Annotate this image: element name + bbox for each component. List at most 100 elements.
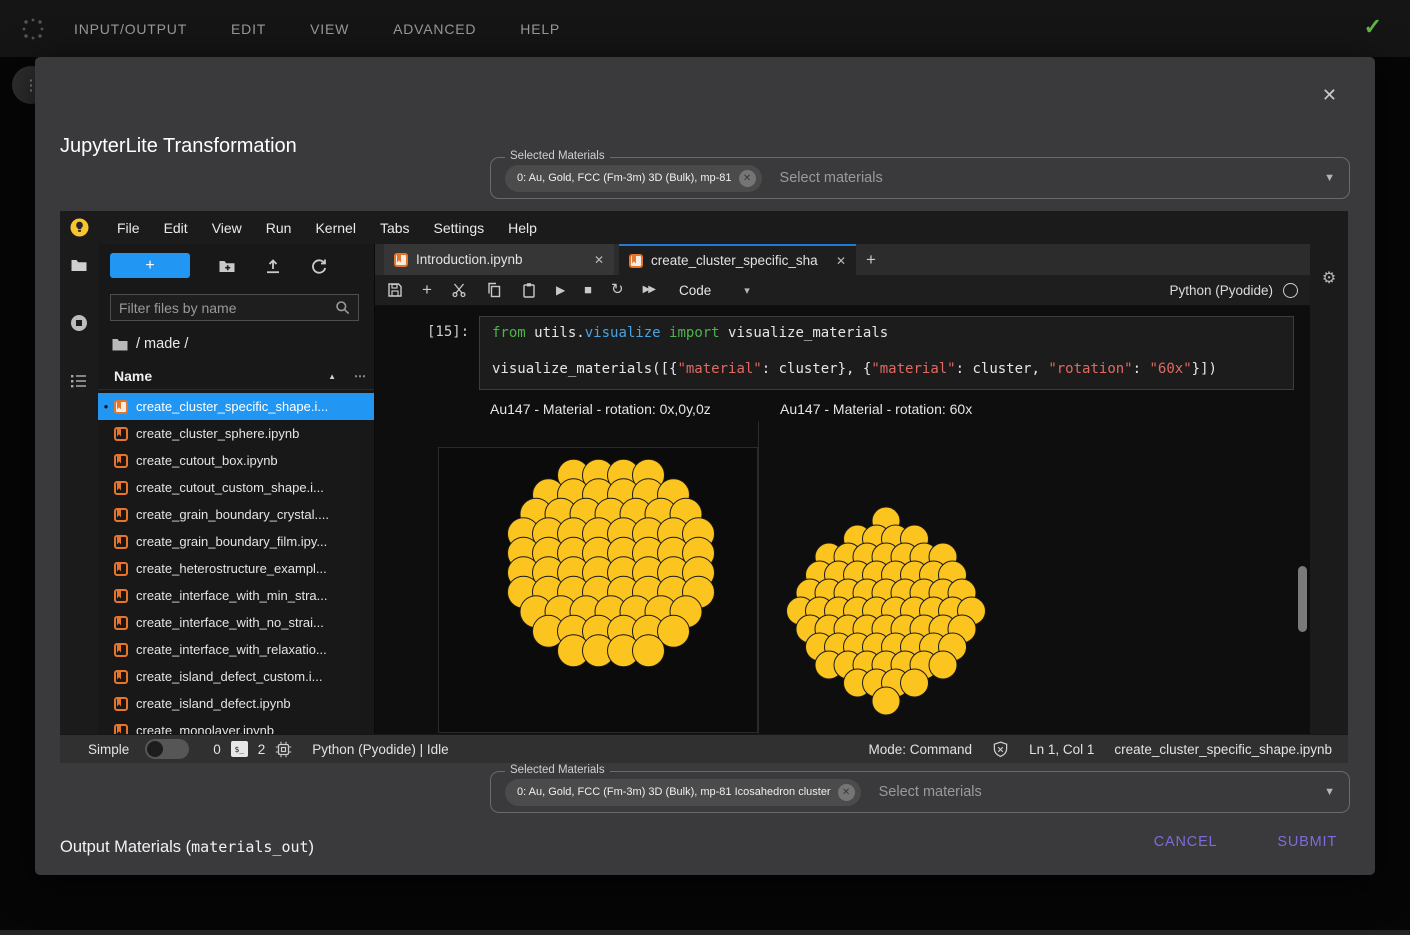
topbar-menu: INPUT/OUTPUT EDIT VIEW ADVANCED HELP <box>74 21 560 37</box>
file-item[interactable]: create_cutout_box.ipynb <box>98 447 374 474</box>
restart-run-all-icon[interactable]: ▶▶ <box>643 282 654 298</box>
new-folder-icon[interactable] <box>218 257 236 275</box>
output-field-placeholder[interactable]: Select materials <box>879 784 982 800</box>
status-bar: Simple 0 $_ 2 Python (Pyodide) | Idle Mo… <box>60 734 1348 763</box>
dialog-close-icon[interactable]: ✕ <box>1322 85 1337 106</box>
kernel-indicator[interactable]: Python (Pyodide) <box>1169 283 1298 298</box>
toggle-knob <box>147 741 163 757</box>
file-item[interactable]: create_island_defect_custom.i... <box>98 663 374 690</box>
cursor-position[interactable]: Ln 1, Col 1 <box>1029 742 1094 757</box>
dialog-actions: CANCEL SUBMIT <box>1148 833 1343 851</box>
file-name: create_interface_with_min_stra... <box>136 588 327 603</box>
code-cell[interactable]: from utils.visualize import visualize_ma… <box>479 316 1294 390</box>
chevron-down-icon[interactable]: ▼ <box>1324 172 1335 184</box>
upload-icon[interactable] <box>264 257 282 275</box>
code-token: visualize_materials([{ <box>492 361 677 377</box>
jupyter-menu-item-file[interactable]: File <box>105 220 152 236</box>
tab-introduction[interactable]: Introduction.ipynb ✕ <box>384 244 614 275</box>
file-item[interactable]: create_heterostructure_exampl... <box>98 555 374 582</box>
table-of-contents-icon[interactable] <box>70 372 88 390</box>
notebook-scrollbar-thumb[interactable] <box>1298 566 1307 632</box>
file-item[interactable]: create_island_defect.ipynb <box>98 690 374 717</box>
name-column-header[interactable]: Name <box>114 368 152 384</box>
copy-icon[interactable] <box>486 282 502 298</box>
gold-cluster-right[interactable] <box>716 431 1056 731</box>
file-item[interactable]: create_monolayer.ipynb <box>98 717 374 734</box>
trust-shield-icon[interactable] <box>992 741 1009 758</box>
mode-indicator[interactable]: Mode: Command <box>869 742 973 757</box>
breadcrumb[interactable]: / made / <box>112 336 188 352</box>
file-item[interactable]: create_cluster_sphere.ipynb <box>98 420 374 447</box>
cancel-button[interactable]: CANCEL <box>1148 833 1224 851</box>
run-icon[interactable]: ▶ <box>556 282 565 298</box>
running-kernels-icon[interactable] <box>70 314 88 332</box>
output-field-legend: Selected Materials <box>505 764 610 776</box>
refresh-icon[interactable] <box>310 257 328 275</box>
jupyter-menu-item-edit[interactable]: Edit <box>152 220 200 236</box>
output-materials-field[interactable]: Selected Materials 0: Au, Gold, FCC (Fm-… <box>490 771 1350 813</box>
jupyter-menu-item-tabs[interactable]: Tabs <box>368 220 422 236</box>
terminal-count[interactable]: 0 <box>213 742 221 757</box>
column-menu-icon[interactable]: ⋯ <box>354 369 366 383</box>
topbar-menu-item-input-output[interactable]: INPUT/OUTPUT <box>74 21 187 37</box>
chip-remove-icon[interactable]: ✕ <box>838 784 855 801</box>
jupyter-menu-item-run[interactable]: Run <box>254 220 304 236</box>
topbar-menu-item-help[interactable]: HELP <box>520 21 560 37</box>
statusbar-filename[interactable]: create_cluster_specific_shape.ipynb <box>1114 742 1332 757</box>
topbar-menu-item-advanced[interactable]: ADVANCED <box>393 21 476 37</box>
kernel-count[interactable]: 2 <box>258 742 266 757</box>
file-list-header[interactable]: Name ▲ ⋯ <box>98 363 374 390</box>
file-item[interactable]: create_cutout_custom_shape.i... <box>98 474 374 501</box>
jupyter-menu-item-help[interactable]: Help <box>496 220 549 236</box>
tab-label: create_cluster_specific_sha <box>651 253 818 268</box>
sort-ascending-icon[interactable]: ▲ <box>328 372 336 381</box>
chevron-down-icon[interactable]: ▾ <box>744 284 750 297</box>
input-field-placeholder[interactable]: Select materials <box>780 170 883 186</box>
tab-create-cluster-specific-shape[interactable]: create_cluster_specific_sha ✕ <box>619 244 856 275</box>
input-materials-field[interactable]: Selected Materials 0: Au, Gold, FCC (Fm-… <box>490 157 1350 199</box>
file-item[interactable]: create_interface_with_relaxatio... <box>98 636 374 663</box>
paste-icon[interactable] <box>521 282 537 298</box>
file-item[interactable]: create_grain_boundary_crystal.... <box>98 501 374 528</box>
chevron-down-icon[interactable]: ▼ <box>1324 786 1335 798</box>
notebook-file-icon <box>114 616 128 630</box>
file-name: create_island_defect_custom.i... <box>136 669 322 684</box>
gold-cluster-left[interactable] <box>438 447 758 733</box>
save-icon[interactable] <box>387 282 403 298</box>
gear-icon[interactable]: ⚙ <box>1322 268 1336 288</box>
new-launcher-button[interactable]: + <box>110 253 190 278</box>
restart-kernel-icon[interactable]: ↻ <box>611 282 624 298</box>
file-item[interactable]: create_grain_boundary_film.ipy... <box>98 528 374 555</box>
file-item[interactable]: create_interface_with_no_strai... <box>98 609 374 636</box>
app-logo-icon <box>20 16 46 42</box>
kernel-status-icon[interactable] <box>1283 283 1298 298</box>
input-material-chip[interactable]: 0: Au, Gold, FCC (Fm-3m) 3D (Bulk), mp-8… <box>505 165 762 192</box>
tab-bar: Introduction.ipynb ✕ create_cluster_spec… <box>375 244 1310 275</box>
tab-label: Introduction.ipynb <box>416 252 523 267</box>
screen: INPUT/OUTPUTEDITVIEWADVANCEDHELP ✓ ⋮ Jup… <box>0 0 1410 935</box>
submit-button[interactable]: SUBMIT <box>1271 833 1343 851</box>
cell-type-select[interactable]: Code <box>679 283 711 298</box>
cut-icon[interactable] <box>451 282 467 298</box>
kernel-status-text[interactable]: Python (Pyodide) | Idle <box>312 742 448 757</box>
tab-close-icon[interactable]: ✕ <box>594 253 604 267</box>
topbar-menu-item-edit[interactable]: EDIT <box>231 21 266 37</box>
simple-mode-toggle[interactable] <box>145 739 189 759</box>
tab-close-icon[interactable]: ✕ <box>836 254 846 268</box>
insert-cell-icon[interactable]: + <box>422 282 432 298</box>
output-material-chip[interactable]: 0: Au, Gold, FCC (Fm-3m) 3D (Bulk), mp-8… <box>505 779 861 806</box>
jupyter-menu-item-settings[interactable]: Settings <box>422 220 497 236</box>
file-filter-input[interactable] <box>111 300 335 316</box>
file-browser-toolbar: + <box>98 253 374 278</box>
jupyter-menu-item-kernel[interactable]: Kernel <box>303 220 367 236</box>
stop-icon[interactable]: ■ <box>584 282 592 298</box>
file-name: create_cutout_custom_shape.i... <box>136 480 324 495</box>
chip-remove-icon[interactable]: ✕ <box>739 170 756 187</box>
jupyter-menu-item-view[interactable]: View <box>200 220 254 236</box>
file-item[interactable]: create_interface_with_min_stra... <box>98 582 374 609</box>
file-browser-icon[interactable] <box>70 256 88 274</box>
new-tab-button[interactable]: + <box>856 244 886 275</box>
file-item[interactable]: ●create_cluster_specific_shape.i... <box>98 393 374 420</box>
code-token: import <box>669 325 720 341</box>
topbar-menu-item-view[interactable]: VIEW <box>310 21 349 37</box>
